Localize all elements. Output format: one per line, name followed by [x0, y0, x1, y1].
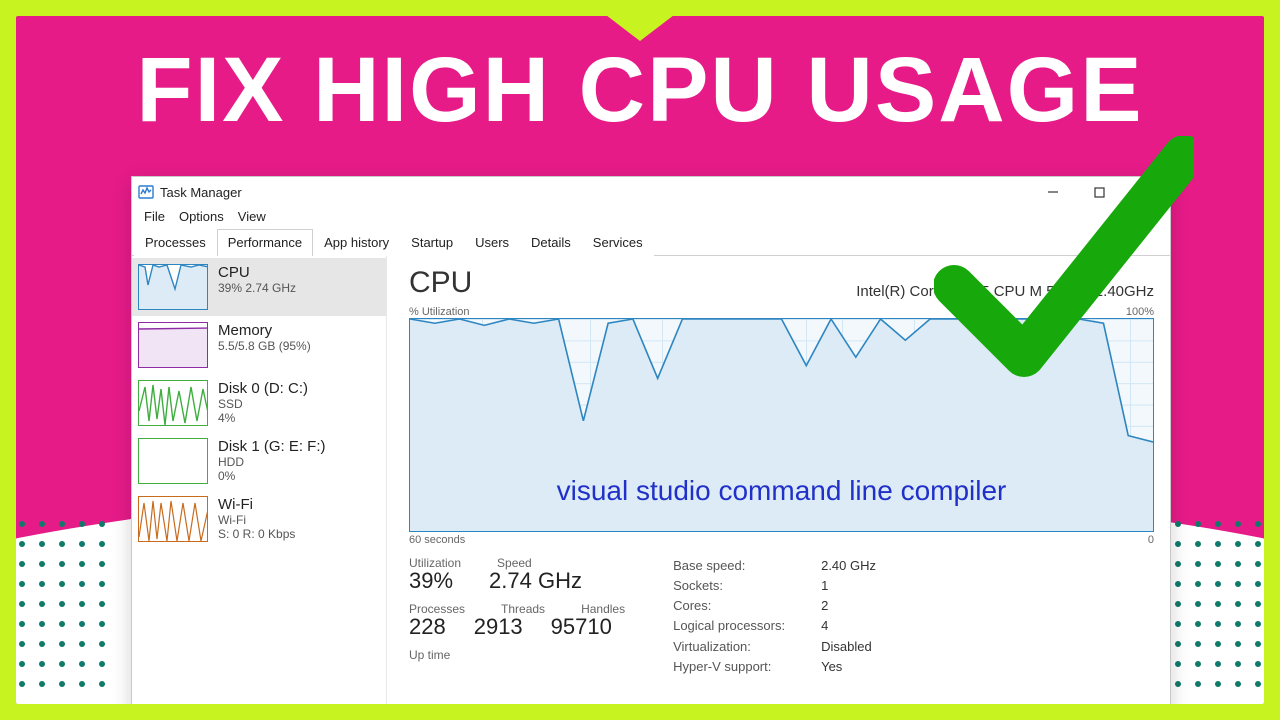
decor-dots-right: [1168, 514, 1264, 694]
chart-y-label: % Utilization: [409, 306, 470, 318]
sidebar-item-sub: HDD: [218, 455, 326, 469]
stat-val: Yes: [821, 657, 842, 677]
hero-title: FIX HIGH CPU USAGE: [16, 38, 1264, 143]
menubar: File Options View: [132, 207, 1170, 228]
sidebar-item-label: Disk 0 (D: C:): [218, 380, 308, 397]
decor-dots-left: [16, 514, 112, 694]
cpu-thumb-icon: [138, 264, 208, 310]
sidebar-item-sub2: 4%: [218, 411, 308, 425]
sidebar-item-sub: Wi-Fi: [218, 513, 295, 527]
stat-val: 4: [821, 616, 828, 636]
sidebar-item-sub2: S: 0 R: 0 Kbps: [218, 527, 295, 541]
chart-x-left: 60 seconds: [409, 534, 465, 546]
stats-left: Utilization Speed 39% 2.74 GHz Processes…: [409, 556, 625, 677]
menu-view[interactable]: View: [238, 209, 266, 224]
close-icon: [1139, 186, 1151, 198]
sidebar-item-cpu[interactable]: CPU 39% 2.74 GHz: [132, 258, 386, 316]
stat-key: Logical processors:: [673, 616, 813, 636]
menu-file[interactable]: File: [144, 209, 165, 224]
stat-key: Virtualization:: [673, 637, 813, 657]
stat-value: 2.74 GHz: [489, 568, 582, 594]
sidebar-item-label: CPU: [218, 264, 296, 281]
stat-val: 2: [821, 596, 828, 616]
stat-val: Disabled: [821, 637, 872, 657]
sidebar-item-wifi[interactable]: Wi-Fi Wi-Fi S: 0 R: 0 Kbps: [132, 490, 386, 548]
window-title: Task Manager: [160, 185, 242, 200]
chart-y-max: 100%: [1126, 306, 1154, 318]
stat-key: Hyper-V support:: [673, 657, 813, 677]
maximize-button[interactable]: [1076, 177, 1122, 207]
disk-thumb-icon: [138, 438, 208, 484]
main-heading: CPU: [409, 266, 472, 300]
tab-users[interactable]: Users: [464, 229, 520, 256]
task-manager-window: Task Manager File Options View Processes…: [131, 176, 1171, 704]
stat-val: 2.40 GHz: [821, 556, 876, 576]
wifi-thumb-icon: [138, 496, 208, 542]
stat-key: Cores:: [673, 596, 813, 616]
stat-value: 2913: [474, 614, 523, 640]
sidebar-item-disk0[interactable]: Disk 0 (D: C:) SSD 4%: [132, 374, 386, 432]
sidebar-item-memory[interactable]: Memory 5.5/5.8 GB (95%): [132, 316, 386, 374]
stat-label: Up time: [409, 648, 625, 662]
stat-key: Base speed:: [673, 556, 813, 576]
tab-processes[interactable]: Processes: [134, 229, 217, 256]
tab-performance[interactable]: Performance: [217, 229, 313, 256]
stat-val: 1: [821, 576, 828, 596]
chart-caption: visual studio command line compiler: [410, 475, 1153, 507]
minimize-button[interactable]: [1030, 177, 1076, 207]
task-manager-icon: [138, 184, 154, 200]
tab-app-history[interactable]: App history: [313, 229, 400, 256]
cpu-model: Intel(R) Core(TM) i5 CPU M 520 @ 2.40GHz: [856, 283, 1154, 300]
tab-services[interactable]: Services: [582, 229, 654, 256]
perf-main: CPU Intel(R) Core(TM) i5 CPU M 520 @ 2.4…: [387, 256, 1170, 704]
sidebar-item-sub2: 0%: [218, 469, 326, 483]
stat-key: Sockets:: [673, 576, 813, 596]
close-button[interactable]: [1122, 177, 1168, 207]
tabstrip: Processes Performance App history Startu…: [132, 228, 1170, 256]
stat-value: 228: [409, 614, 446, 640]
chart-x-right: 0: [1148, 534, 1154, 546]
sidebar-item-disk1[interactable]: Disk 1 (G: E: F:) HDD 0%: [132, 432, 386, 490]
sidebar-item-sub: 39% 2.74 GHz: [218, 281, 296, 295]
stats-right: Base speed: 2.40 GHz Sockets: 1 Cores: 2 Lo…: [673, 556, 876, 677]
tab-details[interactable]: Details: [520, 229, 582, 256]
perf-sidebar: CPU 39% 2.74 GHz Memory 5.5/5.8 GB (95%): [132, 256, 387, 704]
sidebar-item-label: Memory: [218, 322, 311, 339]
sidebar-item-sub: 5.5/5.8 GB (95%): [218, 339, 311, 353]
titlebar[interactable]: Task Manager: [132, 177, 1170, 207]
tab-startup[interactable]: Startup: [400, 229, 464, 256]
minimize-icon: [1047, 186, 1059, 198]
menu-options[interactable]: Options: [179, 209, 224, 224]
disk-thumb-icon: [138, 380, 208, 426]
memory-thumb-icon: [138, 322, 208, 368]
stat-value: 39%: [409, 568, 453, 594]
maximize-icon: [1094, 187, 1105, 198]
cpu-utilization-chart[interactable]: visual studio command line compiler: [409, 318, 1154, 532]
sidebar-item-sub: SSD: [218, 397, 308, 411]
sidebar-item-label: Wi-Fi: [218, 496, 295, 513]
stat-value: 95710: [551, 614, 612, 640]
sidebar-item-label: Disk 1 (G: E: F:): [218, 438, 326, 455]
